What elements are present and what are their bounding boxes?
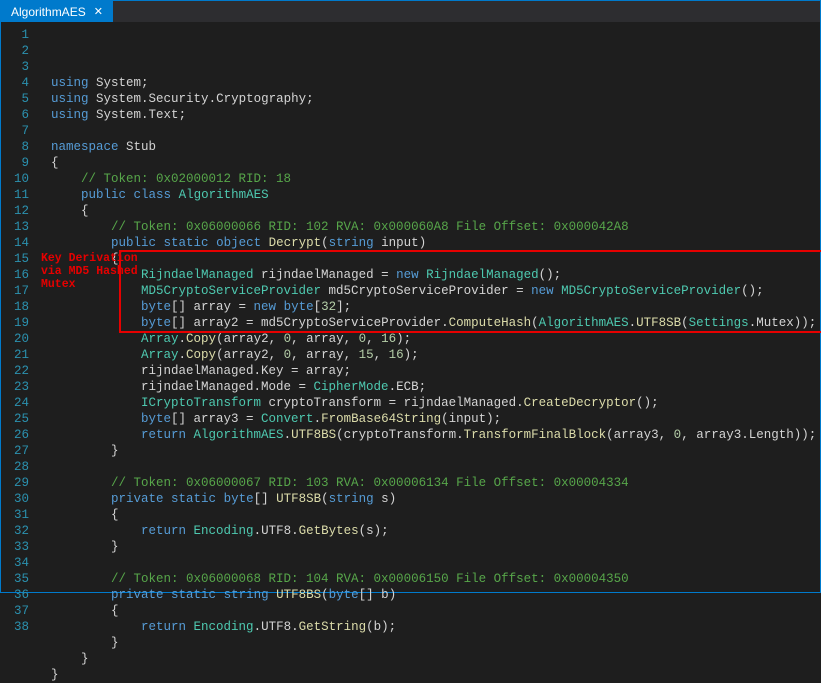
- line-number: 17: [7, 283, 29, 299]
- code-line[interactable]: }: [51, 667, 820, 683]
- code-line[interactable]: }: [51, 651, 820, 667]
- code-line[interactable]: [51, 123, 820, 139]
- code-editor[interactable]: 1234567891011121314151617181920212223242…: [1, 23, 820, 592]
- code-line[interactable]: {: [51, 251, 820, 267]
- line-number: 8: [7, 139, 29, 155]
- code-line[interactable]: return Encoding.UTF8.GetBytes(s);: [51, 523, 820, 539]
- line-number: 36: [7, 587, 29, 603]
- code-line[interactable]: // Token: 0x06000066 RID: 102 RVA: 0x000…: [51, 219, 820, 235]
- code-line[interactable]: byte[] array3 = Convert.FromBase64String…: [51, 411, 820, 427]
- line-number: 11: [7, 187, 29, 203]
- line-number: 3: [7, 59, 29, 75]
- code-line[interactable]: {: [51, 203, 820, 219]
- code-line[interactable]: // Token: 0x06000068 RID: 104 RVA: 0x000…: [51, 571, 820, 587]
- line-number: 19: [7, 315, 29, 331]
- code-line[interactable]: public class AlgorithmAES: [51, 187, 820, 203]
- line-number: 31: [7, 507, 29, 523]
- line-number: 30: [7, 491, 29, 507]
- code-line[interactable]: private static string UTF8BS(byte[] b): [51, 587, 820, 603]
- line-number: 15: [7, 251, 29, 267]
- line-number: 33: [7, 539, 29, 555]
- code-line[interactable]: ICryptoTransform cryptoTransform = rijnd…: [51, 395, 820, 411]
- line-number: 26: [7, 427, 29, 443]
- tab-title: AlgorithmAES: [11, 5, 86, 19]
- line-number: 27: [7, 443, 29, 459]
- code-area[interactable]: using System;using System.Security.Crypt…: [39, 23, 820, 592]
- code-line[interactable]: [51, 555, 820, 571]
- code-line[interactable]: rijndaelManaged.Mode = CipherMode.ECB;: [51, 379, 820, 395]
- line-number: 20: [7, 331, 29, 347]
- line-number: 21: [7, 347, 29, 363]
- line-number: 16: [7, 267, 29, 283]
- line-number: 18: [7, 299, 29, 315]
- tab-bar: AlgorithmAES ✕: [1, 1, 820, 23]
- code-line[interactable]: MD5CryptoServiceProvider md5CryptoServic…: [51, 283, 820, 299]
- line-number: 32: [7, 523, 29, 539]
- code-line[interactable]: Array.Copy(array2, 0, array, 0, 16);: [51, 331, 820, 347]
- line-number: 14: [7, 235, 29, 251]
- tab-algorithmaes[interactable]: AlgorithmAES ✕: [1, 1, 113, 22]
- line-number: 28: [7, 459, 29, 475]
- line-number-gutter: 1234567891011121314151617181920212223242…: [1, 23, 39, 592]
- line-number: 23: [7, 379, 29, 395]
- code-line[interactable]: using System.Security.Cryptography;: [51, 91, 820, 107]
- code-line[interactable]: {: [51, 603, 820, 619]
- code-line[interactable]: return Encoding.UTF8.GetString(b);: [51, 619, 820, 635]
- line-number: 9: [7, 155, 29, 171]
- code-line[interactable]: using System.Text;: [51, 107, 820, 123]
- line-number: 5: [7, 91, 29, 107]
- line-number: 29: [7, 475, 29, 491]
- code-line[interactable]: return AlgorithmAES.UTF8BS(cryptoTransfo…: [51, 427, 820, 443]
- code-line[interactable]: private static byte[] UTF8SB(string s): [51, 491, 820, 507]
- code-line[interactable]: {: [51, 507, 820, 523]
- close-icon[interactable]: ✕: [92, 5, 105, 18]
- code-line[interactable]: // Token: 0x02000012 RID: 18: [51, 171, 820, 187]
- line-number: 25: [7, 411, 29, 427]
- line-number: 12: [7, 203, 29, 219]
- code-line[interactable]: Array.Copy(array2, 0, array, 15, 16);: [51, 347, 820, 363]
- code-line[interactable]: byte[] array = new byte[32];: [51, 299, 820, 315]
- code-line[interactable]: }: [51, 443, 820, 459]
- line-number: 7: [7, 123, 29, 139]
- line-number: 22: [7, 363, 29, 379]
- code-line[interactable]: // Token: 0x06000067 RID: 103 RVA: 0x000…: [51, 475, 820, 491]
- line-number: 13: [7, 219, 29, 235]
- code-line[interactable]: }: [51, 635, 820, 651]
- code-line[interactable]: public static object Decrypt(string inpu…: [51, 235, 820, 251]
- code-line[interactable]: using System;: [51, 75, 820, 91]
- line-number: 24: [7, 395, 29, 411]
- line-number: 2: [7, 43, 29, 59]
- code-line[interactable]: RijndaelManaged rijndaelManaged = new Ri…: [51, 267, 820, 283]
- code-line[interactable]: namespace Stub: [51, 139, 820, 155]
- code-line[interactable]: rijndaelManaged.Key = array;: [51, 363, 820, 379]
- code-line[interactable]: [51, 459, 820, 475]
- line-number: 37: [7, 603, 29, 619]
- line-number: 4: [7, 75, 29, 91]
- line-number: 6: [7, 107, 29, 123]
- code-line[interactable]: }: [51, 539, 820, 555]
- line-number: 10: [7, 171, 29, 187]
- line-number: 35: [7, 571, 29, 587]
- code-line[interactable]: {: [51, 155, 820, 171]
- line-number: 1: [7, 27, 29, 43]
- line-number: 38: [7, 619, 29, 635]
- line-number: 34: [7, 555, 29, 571]
- code-line[interactable]: byte[] array2 = md5CryptoServiceProvider…: [51, 315, 820, 331]
